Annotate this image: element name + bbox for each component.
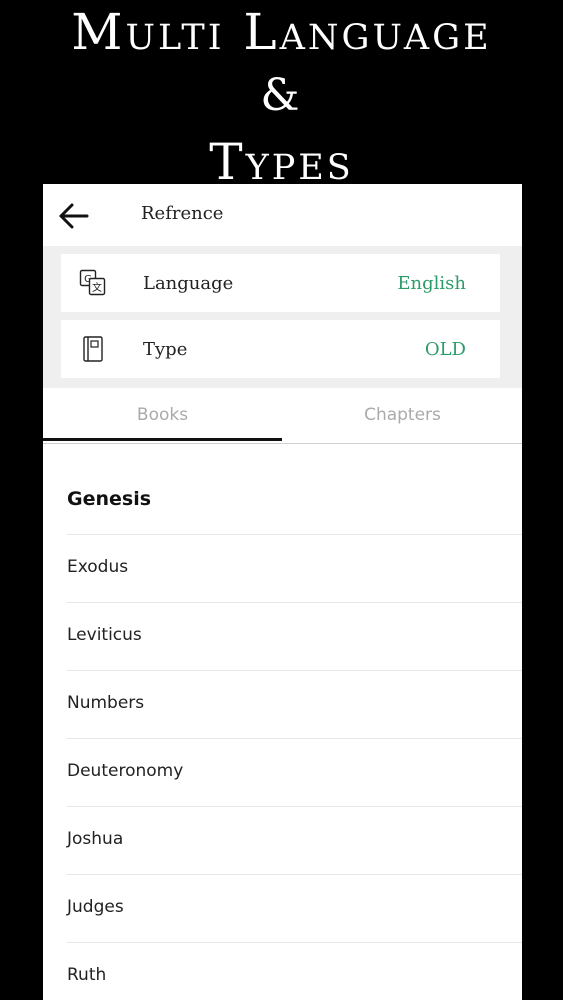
arrow-left-icon[interactable] xyxy=(57,199,91,233)
list-item[interactable]: Deuteronomy xyxy=(67,739,522,807)
type-value: OLD xyxy=(424,339,466,360)
book-name: Leviticus xyxy=(67,625,142,645)
top-bar: Refrence xyxy=(43,184,522,246)
svg-text:文: 文 xyxy=(92,281,102,294)
book-list: Genesis Exodus Leviticus Numbers Deutero… xyxy=(43,444,522,1000)
promo-line-2: & xyxy=(260,70,303,121)
type-label: Type xyxy=(143,339,188,360)
book-name: Judges xyxy=(67,897,124,917)
language-row[interactable]: G 文 Language English xyxy=(61,254,500,312)
translate-icon: G 文 xyxy=(79,269,106,296)
list-item[interactable]: Genesis xyxy=(67,444,522,535)
list-item[interactable]: Exodus xyxy=(67,535,522,603)
list-item[interactable]: Judges xyxy=(67,875,522,943)
language-value: English xyxy=(397,273,466,294)
book-name: Joshua xyxy=(67,829,124,849)
page-title: Refrence xyxy=(141,203,224,224)
list-item[interactable]: Numbers xyxy=(67,671,522,739)
book-name: Deuteronomy xyxy=(67,761,184,781)
app-screen: Refrence G 文 Language English Type OLD B… xyxy=(43,184,522,1000)
book-icon xyxy=(83,336,103,362)
tab-books[interactable]: Books xyxy=(43,388,282,443)
tab-indicator xyxy=(43,438,282,441)
promo-line-3: Types xyxy=(209,133,354,191)
book-name: Genesis xyxy=(67,488,152,510)
book-name: Ruth xyxy=(67,965,107,985)
list-item[interactable]: Ruth xyxy=(67,943,522,1000)
tab-chapters[interactable]: Chapters xyxy=(283,388,522,443)
type-row[interactable]: Type OLD xyxy=(61,320,500,378)
book-name: Exodus xyxy=(67,557,129,577)
settings-panel: G 文 Language English Type OLD xyxy=(43,246,522,388)
list-item[interactable]: Joshua xyxy=(67,807,522,875)
book-name: Numbers xyxy=(67,693,145,713)
promo-line-1: Multi Language xyxy=(71,3,492,61)
tab-bar: Books Chapters xyxy=(43,388,522,444)
language-label: Language xyxy=(143,273,234,294)
list-item[interactable]: Leviticus xyxy=(67,603,522,671)
